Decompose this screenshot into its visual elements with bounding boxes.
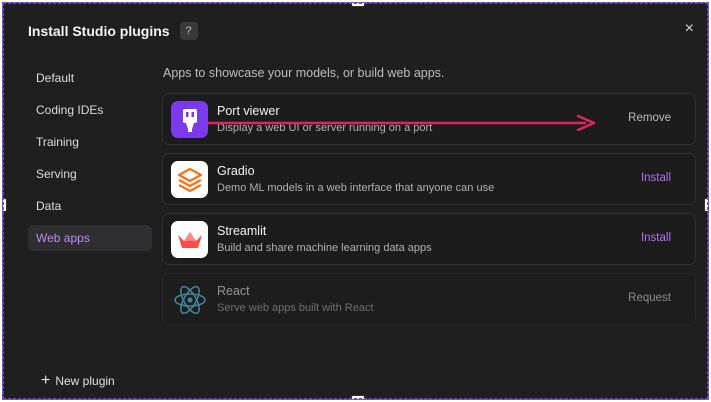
resize-handle-bottom[interactable] xyxy=(351,395,365,399)
port-icon xyxy=(171,101,208,138)
plugin-name: React xyxy=(217,284,250,298)
plugin-card-streamlit: Streamlit Build and share machine learni… xyxy=(162,213,696,265)
plugin-name: Gradio xyxy=(217,164,255,178)
plus-icon: + xyxy=(41,372,51,389)
sidebar-item-serving[interactable]: Serving xyxy=(28,161,152,187)
plugin-description: Serve web apps built with React xyxy=(217,302,374,314)
request-button[interactable]: Request xyxy=(628,292,671,304)
plugin-description: Build and share machine learning data ap… xyxy=(217,242,432,254)
plugin-name: Port viewer xyxy=(217,104,280,118)
sidebar-item-default[interactable]: Default xyxy=(28,65,152,91)
section-subtitle: Apps to showcase your models, or build w… xyxy=(163,66,445,80)
plugin-card-gradio: Gradio Demo ML models in a web interface… xyxy=(162,153,696,205)
plugin-name: Streamlit xyxy=(217,224,267,238)
category-sidebar: Default Coding IDEs Training Serving Dat… xyxy=(28,65,152,257)
new-plugin-label: New plugin xyxy=(55,374,115,388)
streamlit-icon xyxy=(171,221,208,258)
plugin-description: Display a web UI or server running on a … xyxy=(217,122,433,134)
install-button[interactable]: Install xyxy=(641,172,671,184)
remove-button[interactable]: Remove xyxy=(628,112,671,124)
resize-handle-right[interactable] xyxy=(704,198,708,212)
close-button[interactable]: × xyxy=(685,21,694,37)
install-button[interactable]: Install xyxy=(641,232,671,244)
react-icon xyxy=(171,281,208,318)
resize-handle-left[interactable] xyxy=(3,198,7,212)
gradio-icon xyxy=(171,161,208,198)
install-plugins-dialog: Install Studio plugins ? × Default Codin… xyxy=(2,2,709,400)
new-plugin-button[interactable]: + New plugin xyxy=(41,373,115,389)
resize-handle-top[interactable] xyxy=(351,3,365,7)
sidebar-item-data[interactable]: Data xyxy=(28,193,152,219)
plugin-description: Demo ML models in a web interface that a… xyxy=(217,182,495,194)
sidebar-item-coding-ides[interactable]: Coding IDEs xyxy=(28,97,152,123)
plugin-card-react: React Serve web apps built with React Re… xyxy=(162,273,696,325)
sidebar-item-web-apps[interactable]: Web apps xyxy=(28,225,152,251)
dialog-title: Install Studio plugins xyxy=(28,23,170,39)
plugin-card-port-viewer: Port viewer Display a web UI or server r… xyxy=(162,93,696,145)
sidebar-item-training[interactable]: Training xyxy=(28,129,152,155)
dialog-header: Install Studio plugins ? xyxy=(28,20,198,42)
help-icon[interactable]: ? xyxy=(179,22,198,40)
